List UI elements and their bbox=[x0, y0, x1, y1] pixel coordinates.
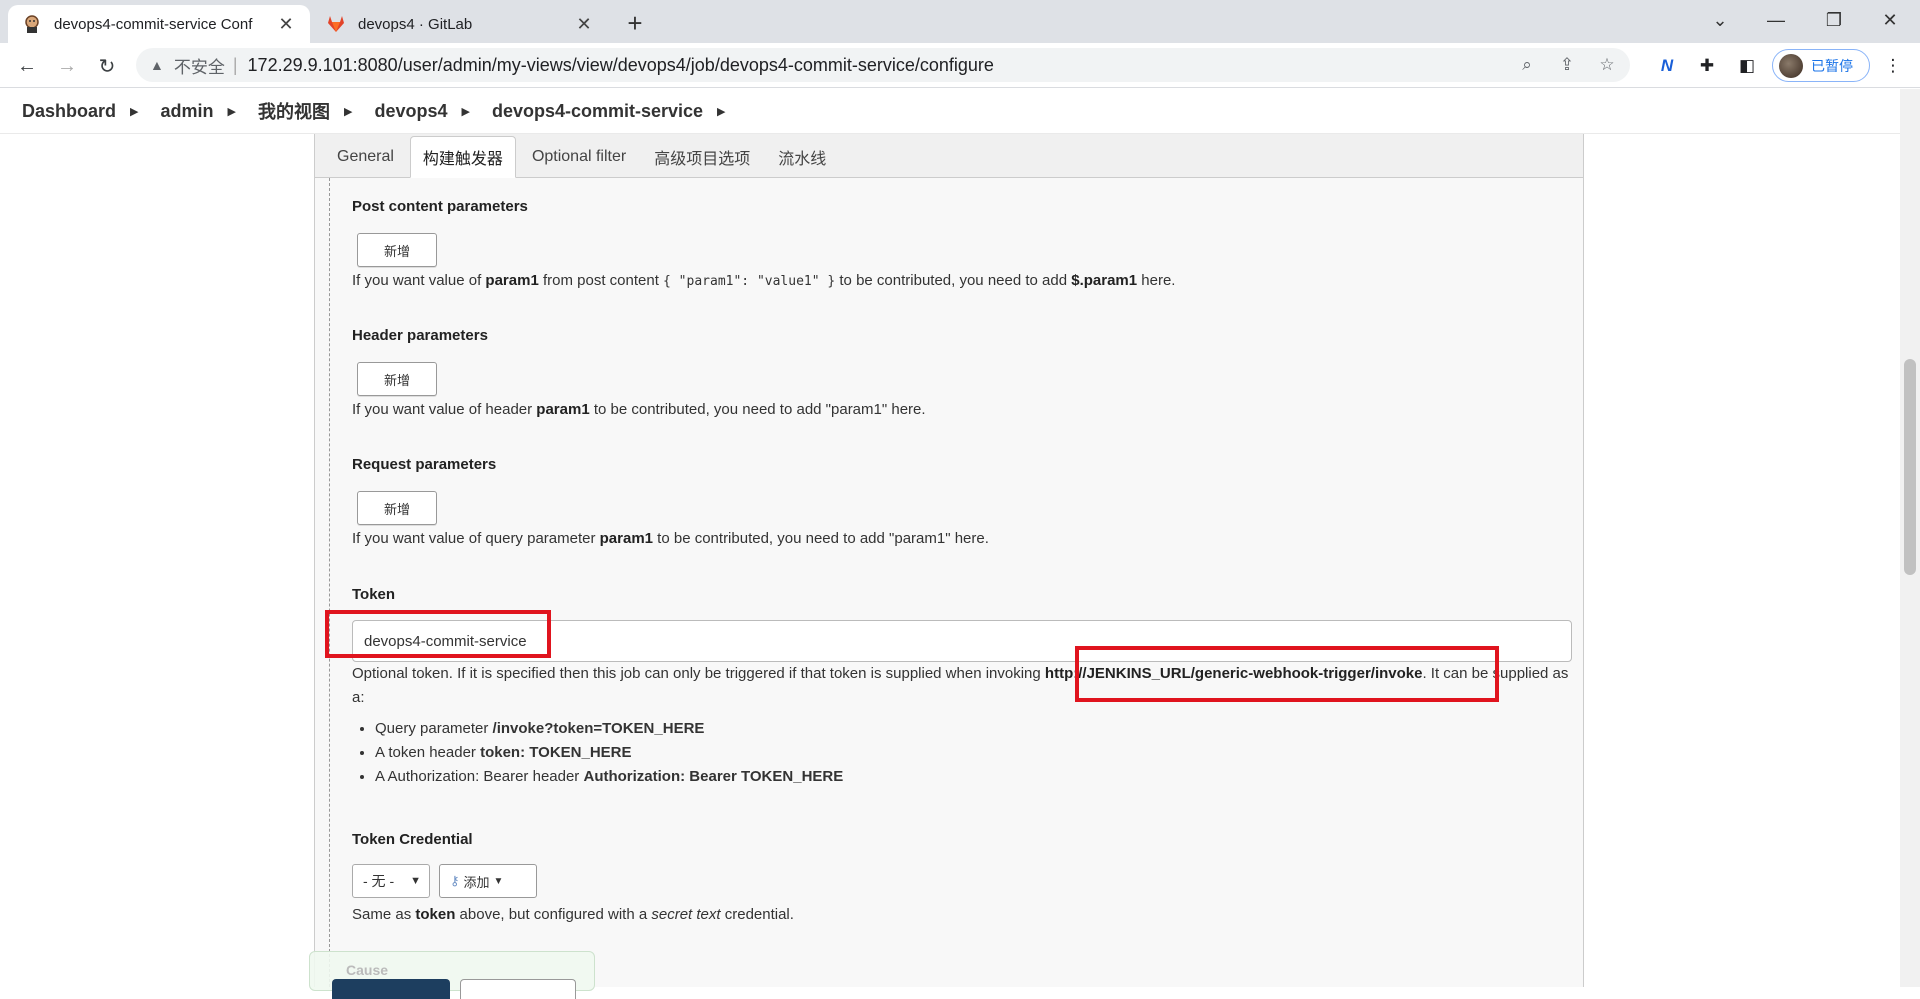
header-params-help: If you want value of header param1 to be… bbox=[352, 401, 926, 418]
request-params-help: If you want value of query parameter par… bbox=[352, 530, 989, 547]
token-title: Token bbox=[352, 586, 396, 603]
extension-n-icon[interactable]: N bbox=[1654, 53, 1680, 79]
highlight-box-url bbox=[1075, 646, 1499, 702]
token-credential-help: Same as token above, but configured with… bbox=[352, 906, 794, 923]
chevron-right-icon[interactable]: ▶ bbox=[461, 105, 469, 118]
bottom-action-bar: Cause bbox=[309, 951, 595, 999]
token-options-list: Query parameter /invoke?token=TOKEN_HERE… bbox=[375, 717, 843, 789]
add-request-param-button[interactable]: 新增 bbox=[357, 491, 437, 525]
back-icon[interactable]: ← bbox=[12, 51, 42, 81]
star-icon[interactable]: ☆ bbox=[1592, 48, 1622, 82]
browser-tabstrip: devops4-commit-service Conf ✕ devops4 · … bbox=[0, 0, 1920, 43]
new-tab-button[interactable]: + bbox=[620, 8, 650, 38]
close-icon[interactable]: ✕ bbox=[574, 14, 594, 34]
cause-label: Cause bbox=[346, 962, 389, 978]
token-credential-title: Token Credential bbox=[352, 831, 473, 848]
breadcrumb-my-views[interactable]: 我的视图 bbox=[258, 98, 330, 124]
warning-icon: ▲ bbox=[150, 57, 164, 73]
add-header-param-button[interactable]: 新增 bbox=[357, 362, 437, 396]
breadcrumb-admin[interactable]: admin bbox=[161, 101, 214, 122]
list-item: A Authorization: Bearer header Authoriza… bbox=[375, 765, 843, 789]
breadcrumb-dashboard[interactable]: Dashboard bbox=[22, 101, 116, 122]
browser-tab-gitlab[interactable]: devops4 · GitLab ✕ bbox=[312, 5, 608, 43]
select-value: - 无 - bbox=[363, 873, 395, 889]
minimize-button[interactable]: — bbox=[1748, 0, 1804, 40]
browser-tab-jenkins[interactable]: devops4-commit-service Conf ✕ bbox=[8, 5, 310, 43]
list-item: A token header token: TOKEN_HERE bbox=[375, 741, 843, 765]
section-divider bbox=[329, 178, 330, 987]
chevron-down-icon: ▼ bbox=[410, 875, 421, 887]
browser-tab-title: devops4 · GitLab bbox=[358, 15, 473, 33]
highlight-box-token bbox=[325, 610, 551, 658]
config-panel: General 构建触发器 Optional filter 高级项目选项 流水线… bbox=[309, 134, 1584, 999]
caret-down-icon: ▼ bbox=[493, 875, 504, 887]
window-close-button[interactable]: ✕ bbox=[1862, 0, 1918, 40]
key-icon: ⚷ bbox=[450, 873, 460, 888]
tab-general[interactable]: General bbox=[325, 137, 406, 177]
credential-select[interactable]: - 无 - ▼ bbox=[352, 864, 430, 898]
security-label: 不安全 bbox=[173, 57, 225, 77]
browser-toolbar: ← → ↻ ▲ 不安全 | 172.29.9.101:8080/user/adm… bbox=[0, 43, 1920, 88]
share-icon[interactable]: ⇪ bbox=[1552, 48, 1582, 82]
list-item: Query parameter /invoke?token=TOKEN_HERE bbox=[375, 717, 843, 741]
scrollbar-thumb[interactable] bbox=[1904, 359, 1916, 575]
breadcrumb: Dashboard ▶ admin ▶ 我的视图 ▶ devops4 ▶ dev… bbox=[0, 89, 1900, 134]
save-button[interactable] bbox=[332, 979, 450, 999]
url-text: 172.29.9.101:8080/user/admin/my-views/vi… bbox=[247, 54, 994, 75]
gitlab-icon bbox=[326, 14, 346, 34]
header-params-title: Header parameters bbox=[352, 327, 488, 344]
config-tabs: General 构建触发器 Optional filter 高级项目选项 流水线 bbox=[315, 134, 1583, 178]
chevron-right-icon[interactable]: ▶ bbox=[344, 105, 352, 118]
chevron-right-icon[interactable]: ▶ bbox=[228, 105, 236, 118]
breadcrumb-job[interactable]: devops4-commit-service bbox=[492, 101, 703, 122]
restore-button[interactable]: ❐ bbox=[1806, 0, 1862, 40]
request-params-title: Request parameters bbox=[352, 456, 497, 473]
divider: | bbox=[232, 54, 238, 75]
chevron-right-icon[interactable]: ▶ bbox=[717, 105, 725, 118]
add-credential-button[interactable]: ⚷ 添加 ▼ bbox=[439, 864, 537, 898]
tab-pipeline[interactable]: 流水线 bbox=[766, 137, 838, 177]
chevron-right-icon[interactable]: ▶ bbox=[130, 105, 138, 118]
forward-icon[interactable]: → bbox=[52, 51, 82, 81]
menu-icon[interactable]: ⋮ bbox=[1880, 53, 1906, 79]
address-bar[interactable]: ▲ 不安全 | 172.29.9.101:8080/user/admin/my-… bbox=[136, 48, 1630, 82]
avatar bbox=[1779, 53, 1803, 78]
close-icon[interactable]: ✕ bbox=[276, 14, 296, 34]
browser-tab-title: devops4-commit-service Conf bbox=[54, 15, 253, 33]
profile-button[interactable]: 已暂停 bbox=[1772, 49, 1870, 82]
tab-build-triggers[interactable]: 构建触发器 bbox=[409, 136, 516, 178]
post-content-help: If you want value of param1 from post co… bbox=[352, 272, 1176, 289]
jenkins-icon bbox=[22, 14, 42, 34]
tab-optional-filter[interactable]: Optional filter bbox=[520, 137, 638, 177]
tab-advanced-options[interactable]: 高级项目选项 bbox=[642, 137, 762, 177]
reload-icon[interactable]: ↻ bbox=[92, 51, 122, 81]
profile-label: 已暂停 bbox=[1811, 57, 1853, 74]
post-content-title: Post content parameters bbox=[352, 198, 528, 215]
page-scrollbar[interactable] bbox=[1900, 89, 1920, 987]
tab-search-icon[interactable]: ⌄ bbox=[1692, 0, 1748, 40]
sidepanel-icon[interactable]: ◧ bbox=[1734, 53, 1760, 79]
add-post-param-button[interactable]: 新增 bbox=[357, 233, 437, 267]
apply-button[interactable] bbox=[460, 979, 576, 999]
breadcrumb-devops4[interactable]: devops4 bbox=[374, 101, 447, 122]
puzzle-icon[interactable]: ✚ bbox=[1694, 53, 1720, 79]
zoom-icon[interactable]: ⌕ bbox=[1512, 48, 1542, 82]
add-credential-label: 添加 bbox=[463, 874, 490, 890]
